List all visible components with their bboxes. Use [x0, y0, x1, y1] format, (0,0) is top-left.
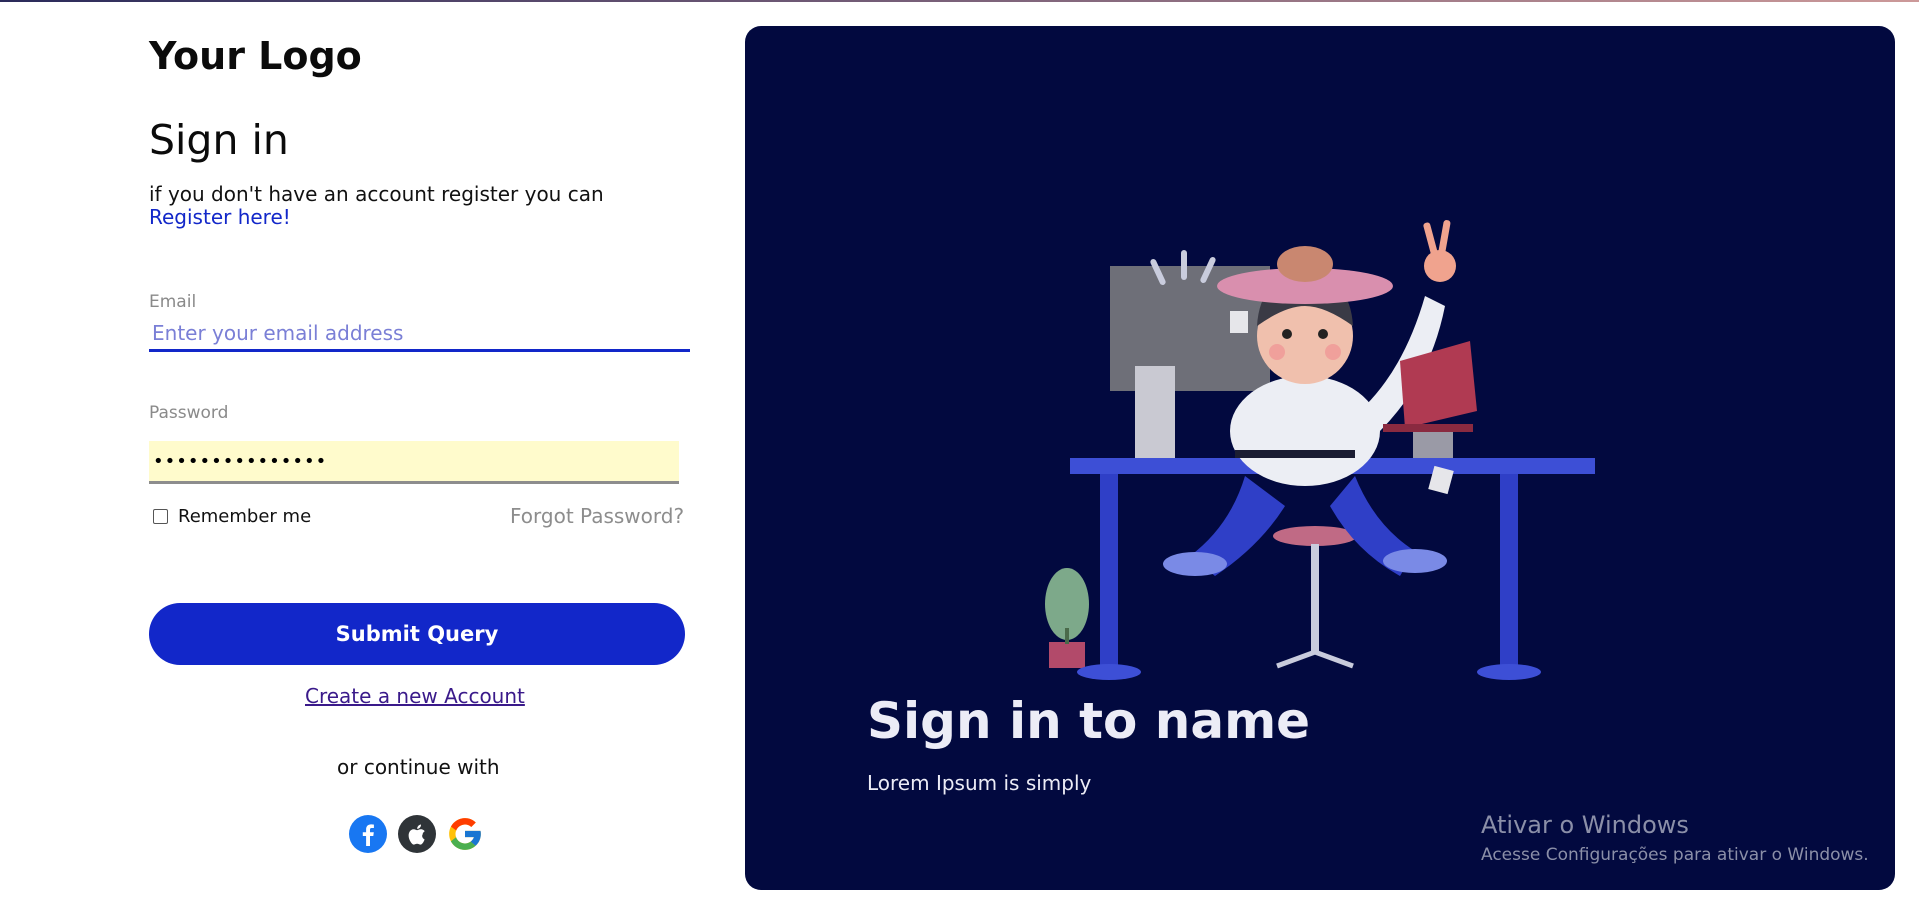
watermark-title: Ativar o Windows — [1481, 811, 1689, 839]
register-prompt: if you don't have an account register yo… — [149, 182, 604, 206]
remember-checkbox[interactable] — [153, 509, 168, 524]
remember-label: Remember me — [178, 506, 312, 527]
google-icon[interactable] — [446, 815, 484, 853]
logo: Your Logo — [149, 34, 362, 78]
watermark-subtitle: Acesse Configurações para ativar o Windo… — [1481, 845, 1869, 865]
windows-activation-watermark: Ativar o Windows Acesse Configurações pa… — [1481, 811, 1869, 865]
password-label: Password — [149, 403, 229, 423]
hero-panel: Sign in to name Lorem Ipsum is simply — [745, 26, 1895, 890]
password-field[interactable] — [149, 441, 679, 484]
submit-button[interactable]: Submit Query — [149, 603, 685, 665]
facebook-icon[interactable] — [349, 815, 387, 853]
email-label: Email — [149, 292, 197, 312]
page-title: Sign in — [149, 116, 289, 164]
register-link[interactable]: Register here! — [149, 205, 291, 229]
or-continue-text: or continue with — [337, 755, 500, 779]
forgot-password-link[interactable]: Forgot Password? — [510, 504, 684, 528]
remember-me[interactable]: Remember me — [153, 506, 311, 527]
panel-title: Sign in to name — [867, 692, 1311, 750]
top-accent-line — [0, 0, 1919, 2]
create-account-link[interactable]: Create a new Account — [305, 684, 525, 708]
apple-icon[interactable] — [398, 815, 436, 853]
email-field[interactable] — [149, 317, 690, 352]
developer-illustration — [1045, 220, 1595, 680]
panel-subtitle: Lorem Ipsum is simply — [867, 771, 1092, 795]
